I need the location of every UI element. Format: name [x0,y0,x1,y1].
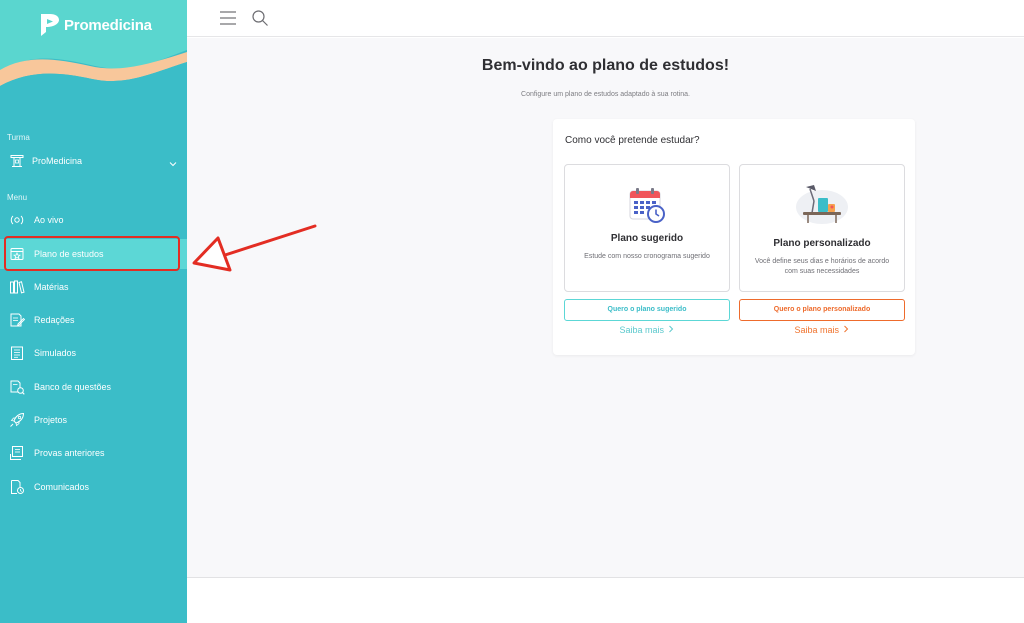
turma-value: ProMedicina [32,156,83,166]
sidebar-item-projetos[interactable]: Projetos [0,405,187,435]
hamburger-icon [220,11,236,25]
option-description: Você define seus dias e horários de acor… [754,258,890,275]
past-exams-icon [8,445,26,461]
page-subtitle: Configure um plano de estudos adaptado à… [521,91,690,98]
sidebar-item-label: Redações [34,315,75,325]
sidebar-item-label: Plano de estudos [34,249,104,259]
link-label: Saiba mais [619,325,664,335]
page-title: Bem-vindo ao plano de estudos! [481,57,730,74]
sidebar-item-label: Ao vivo [34,215,64,225]
search-button[interactable] [250,8,270,28]
option-title: Plano sugerido [610,233,684,244]
desk-lamp-icon [740,181,904,227]
menu-toggle-button[interactable] [218,8,238,28]
turma-selector[interactable]: ProMedicina [0,150,187,172]
exam-icon [8,345,26,361]
sidebar-item-label: Projetos [34,415,68,425]
logo-mark-icon [41,14,59,36]
class-icon [10,154,24,168]
sidebar-item-label: Simulados [34,348,77,358]
chevron-right-icon [842,325,850,335]
option-title: Plano personalizado [773,238,871,249]
sidebar-item-simulados[interactable]: Simulados [0,338,187,368]
question-bank-icon [8,379,26,395]
menu-section-label: Menu [7,193,28,202]
study-plan-icon [8,246,26,262]
sidebar-item-label: Banco de questões [34,382,112,392]
books-icon [8,279,26,295]
search-icon [252,10,268,26]
sidebar-item-plano-de-estudos[interactable]: Plano de estudos [0,239,187,269]
option-custom-plan[interactable]: Plano personalizado Você define seus dia… [739,164,905,292]
sidebar-item-comunicados[interactable]: Comunicados [0,472,187,502]
annotation-arrow-icon [192,224,317,272]
sidebar: Promedicina Turma ProMedicina Menu Ao vi… [0,0,187,623]
brand-logo[interactable]: Promedicina [38,12,152,38]
link-label: Saiba mais [794,325,839,335]
chevron-down-icon [169,155,177,173]
top-bar [187,0,1024,37]
plan-choice-card: Como você pretende estudar? Plano sugeri… [553,119,915,355]
sidebar-header: Promedicina [0,0,187,92]
learn-more-suggested-link[interactable]: Saiba mais [564,325,730,335]
turma-section-label: Turma [7,133,30,142]
sidebar-item-ao-vivo[interactable]: Ao vivo [0,205,187,235]
option-suggested-plan[interactable]: Plano sugerido Estude com nosso cronogra… [564,164,730,292]
sidebar-item-label: Comunicados [34,482,90,492]
rocket-icon [8,412,26,428]
sidebar-item-banco-de-questoes[interactable]: Banco de questões [0,372,187,402]
option-description: Estude com nosso cronograma sugerido [584,253,710,260]
calendar-clock-icon [565,185,729,225]
live-icon [8,212,26,228]
sidebar-item-redacoes[interactable]: Redações [0,305,187,335]
learn-more-custom-link[interactable]: Saiba mais [739,325,905,335]
sidebar-item-provas-anteriores[interactable]: Provas anteriores [0,438,187,468]
main-content: Bem-vindo ao plano de estudos! Configure… [187,38,1024,578]
chevron-right-icon [667,325,675,335]
choose-suggested-plan-button[interactable]: Quero o plano sugerido [564,299,730,321]
brand-name: Promedicina [64,16,152,34]
sidebar-item-materias[interactable]: Matérias [0,272,187,302]
choose-custom-plan-button[interactable]: Quero o plano personalizado [739,299,905,321]
sidebar-item-label: Provas anteriores [34,448,105,458]
plan-question: Como você pretende estudar? [565,135,700,146]
essay-icon [8,312,26,328]
sidebar-item-label: Matérias [34,282,69,292]
announcements-icon [8,479,26,495]
